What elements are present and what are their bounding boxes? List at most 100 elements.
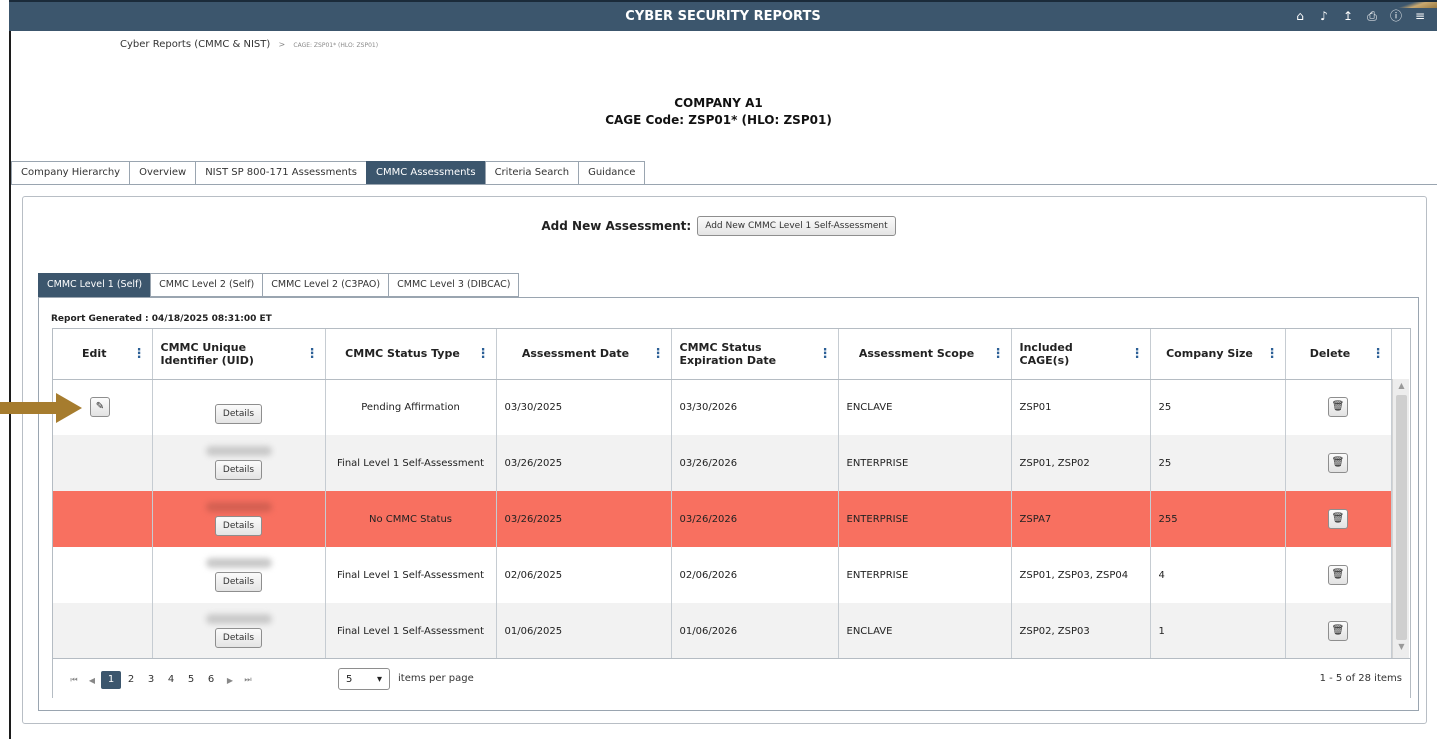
first-page-icon[interactable]: ⏮ [65, 675, 83, 685]
subtab-level1-self[interactable]: CMMC Level 1 (Self) [38, 273, 151, 297]
uid-redacted [205, 614, 272, 624]
help-icon[interactable]: ⓘ [1389, 8, 1403, 24]
scope-cell: ENCLAVE [838, 603, 1012, 659]
column-menu-icon[interactable]: ⋮ [477, 346, 490, 361]
column-menu-icon[interactable]: ⋮ [306, 346, 319, 361]
cages-cell: ZSP01, ZSP03, ZSP04 [1011, 547, 1151, 603]
column-header-expiration-date[interactable]: CMMC Status Expiration Date ⋮ [671, 329, 839, 380]
trash-icon[interactable]: 🗑 [1328, 621, 1348, 641]
prev-page-icon[interactable]: ◀ [83, 676, 101, 685]
column-header-edit[interactable]: Edit ⋮ [53, 329, 153, 380]
page-4[interactable]: 4 [161, 671, 181, 689]
tab-guidance[interactable]: Guidance [578, 161, 646, 185]
delete-cell: 🗑 [1285, 603, 1392, 659]
corner-decoration [1387, 2, 1437, 8]
app-header: CYBER SECURITY REPORTS ⌂ ♪ ↥ ⎙ ⓘ ≡ [9, 0, 1437, 31]
table-row: Details Final Level 1 Self-Assessment 02… [53, 547, 1392, 603]
uid-redacted [205, 558, 272, 568]
menu-icon[interactable]: ≡ [1413, 8, 1427, 24]
delete-cell: 🗑 [1285, 435, 1392, 491]
column-menu-icon[interactable]: ⋮ [1266, 346, 1279, 361]
scrollbar-thumb[interactable] [1396, 395, 1407, 640]
column-header-company-size[interactable]: Company Size ⋮ [1150, 329, 1286, 380]
column-menu-icon[interactable]: ⋮ [819, 346, 832, 361]
pager-nav: ⏮ ◀ 1 2 3 4 5 6 ▶ ⏭ [65, 671, 257, 689]
add-assessment-label: Add New Assessment: [541, 219, 692, 233]
page-1[interactable]: 1 [101, 671, 121, 689]
page-size-select[interactable]: 5 ▾ [338, 668, 390, 690]
company-size-cell: 25 [1150, 435, 1286, 491]
table-header-row: Edit ⋮ CMMC Unique Identifier (UID) ⋮ CMMC… [53, 329, 1392, 380]
tab-cmmc-assessments[interactable]: CMMC Assessments [365, 161, 485, 185]
page-5[interactable]: 5 [181, 671, 201, 689]
home-icon[interactable]: ⌂ [1293, 8, 1307, 24]
column-header-cages[interactable]: Included CAGE(s) ⋮ [1011, 329, 1151, 380]
column-header-scope[interactable]: Assessment Scope ⋮ [838, 329, 1012, 380]
column-header-uid[interactable]: CMMC Unique Identifier (UID) ⋮ [152, 329, 326, 380]
column-menu-icon[interactable]: ⋮ [133, 346, 146, 361]
page-size-value: 5 [346, 673, 353, 685]
status-type-cell: Final Level 1 Self-Assessment [325, 547, 497, 603]
bell-icon[interactable]: ♪ [1317, 8, 1331, 24]
page-3[interactable]: 3 [141, 671, 161, 689]
edit-pencil-icon[interactable]: ✎ [90, 397, 110, 418]
tab-criteria-search[interactable]: Criteria Search [484, 161, 579, 185]
assessment-date-cell: 02/06/2025 [496, 547, 672, 603]
print-icon[interactable]: ⎙ [1365, 8, 1379, 24]
tab-overview[interactable]: Overview [129, 161, 196, 185]
chevron-down-icon: ▾ [376, 673, 382, 685]
trash-icon[interactable]: 🗑 [1328, 397, 1348, 418]
trash-icon[interactable]: 🗑 [1328, 509, 1348, 529]
pager: ⏮ ◀ 1 2 3 4 5 6 ▶ ⏭ 5 ▾ items per page 1… [53, 658, 1410, 698]
export-icon[interactable]: ↥ [1341, 8, 1355, 24]
callout-arrow-icon [0, 393, 82, 423]
trash-icon[interactable]: 🗑 [1328, 565, 1348, 585]
header-toolbar: ⌂ ♪ ↥ ⎙ ⓘ ≡ [1293, 8, 1427, 24]
uid-cell: Details [152, 379, 326, 435]
app-title: CYBER SECURITY REPORTS [625, 9, 821, 24]
uid-redacted [205, 502, 272, 512]
column-menu-icon[interactable]: ⋮ [1131, 346, 1144, 361]
uid-redacted [205, 446, 272, 456]
company-size-cell: 25 [1150, 379, 1286, 435]
column-menu-icon[interactable]: ⋮ [1372, 346, 1385, 361]
last-page-icon[interactable]: ⏭ [239, 675, 257, 685]
table-row: Details Final Level 1 Self-Assessment 01… [53, 603, 1392, 659]
delete-cell: 🗑 [1285, 547, 1392, 603]
next-page-icon[interactable]: ▶ [221, 676, 239, 685]
uid-cell: Details [152, 435, 326, 491]
details-button[interactable]: Details [214, 516, 263, 536]
tab-company-hierarchy[interactable]: Company Hierarchy [11, 161, 130, 185]
edit-cell [53, 491, 153, 547]
tab-nist-assessments[interactable]: NIST SP 800-171 Assessments [195, 161, 366, 185]
breadcrumb-root-link[interactable]: Cyber Reports (CMMC & NIST) [120, 39, 270, 50]
details-button[interactable]: Details [214, 572, 263, 592]
column-header-delete[interactable]: Delete ⋮ [1285, 329, 1392, 380]
add-assessment-button[interactable]: Add New CMMC Level 1 Self-Assessment [697, 216, 896, 236]
vertical-scrollbar[interactable]: ▲ ▼ [1392, 379, 1409, 658]
subtab-level2-self[interactable]: CMMC Level 2 (Self) [150, 273, 263, 297]
page-6[interactable]: 6 [201, 671, 221, 689]
expiration-date-cell: 01/06/2026 [671, 603, 839, 659]
page-2[interactable]: 2 [121, 671, 141, 689]
column-menu-icon[interactable]: ⋮ [992, 346, 1005, 361]
subtab-level3-dibcac[interactable]: CMMC Level 3 (DIBCAC) [388, 273, 520, 297]
scroll-down-arrow-icon[interactable]: ▼ [1393, 642, 1410, 656]
scroll-up-arrow-icon[interactable]: ▲ [1393, 381, 1410, 395]
page-size-label: items per page [398, 673, 474, 684]
subtab-level2-c3pao[interactable]: CMMC Level 2 (C3PAO) [262, 273, 389, 297]
assessment-date-cell: 03/30/2025 [496, 379, 672, 435]
expiration-date-cell: 03/30/2026 [671, 379, 839, 435]
details-button[interactable]: Details [214, 460, 263, 480]
expiration-date-cell: 03/26/2026 [671, 491, 839, 547]
details-button[interactable]: Details [214, 628, 263, 648]
level-subtabs: CMMC Level 1 (Self) CMMC Level 2 (Self) … [38, 273, 520, 297]
details-button[interactable]: Details [214, 404, 263, 425]
trash-icon[interactable]: 🗑 [1328, 453, 1348, 473]
column-header-assessment-date[interactable]: Assessment Date ⋮ [496, 329, 672, 380]
breadcrumb: Cyber Reports (CMMC & NIST) > CAGE: ZSP0… [120, 39, 378, 50]
column-header-status-type[interactable]: CMMC Status Type ⋮ [325, 329, 497, 380]
column-menu-icon[interactable]: ⋮ [652, 346, 665, 361]
assessments-table: Edit ⋮ CMMC Unique Identifier (UID) ⋮ CMMC… [53, 329, 1392, 659]
delete-cell: 🗑 [1285, 379, 1392, 435]
